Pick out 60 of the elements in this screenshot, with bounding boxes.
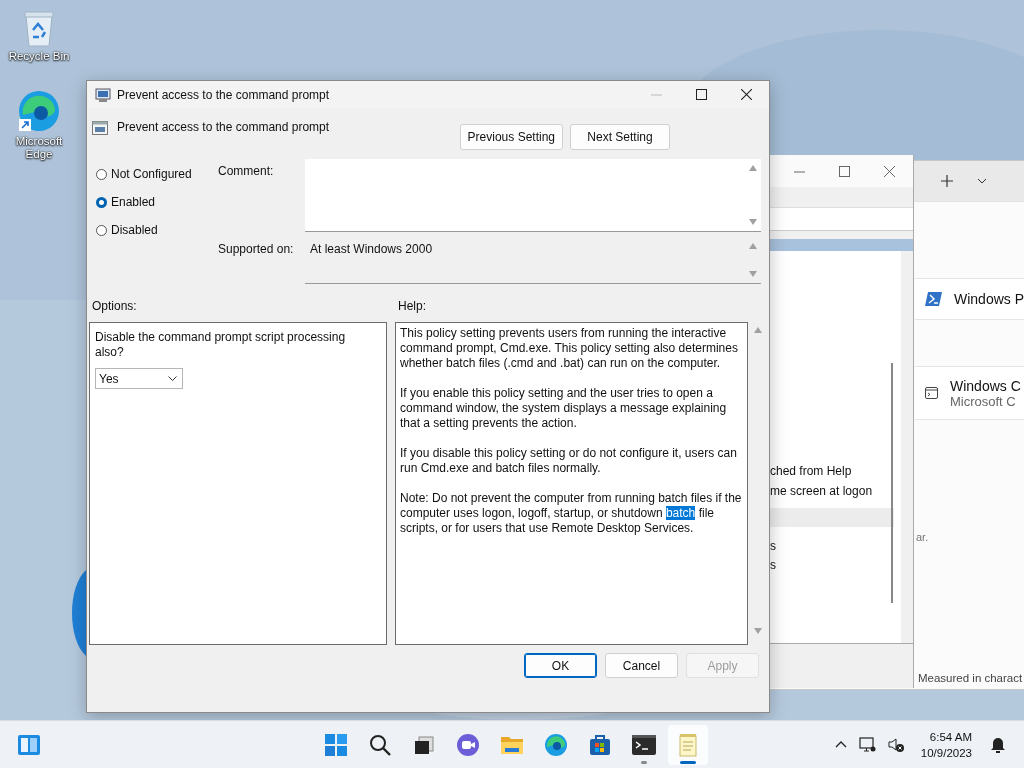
setting-icon [92, 120, 108, 136]
widgets-icon[interactable] [17, 733, 41, 756]
maximize-icon[interactable] [696, 89, 707, 100]
volume-muted-icon[interactable] [887, 736, 905, 753]
radio-option[interactable]: Disabled [96, 221, 218, 239]
description-text: me screen at logon [770, 483, 874, 500]
close-icon[interactable] [884, 165, 895, 177]
clock[interactable]: 6:54 AM 10/9/2023 [920, 728, 972, 761]
profile-row[interactable]: Windows P [915, 278, 1024, 320]
help-paragraph: If you disable this policy setting or do not configure it, users can run Cmd.exe and batch files normally. [400, 446, 738, 476]
recycle-bin-icon[interactable] [21, 8, 57, 48]
start-icon [325, 733, 347, 756]
profile-row[interactable]: Windows C Microsoft C [915, 366, 1024, 420]
desktop-icon-label: Microsoft Edge [14, 135, 64, 162]
add-tab-icon[interactable] [941, 175, 953, 187]
options-label: Options: [92, 299, 138, 315]
chevron-down-icon[interactable] [977, 178, 987, 184]
option-text: Disable the command prompt script processing also? [95, 330, 347, 360]
desktop-icon-label: Recycle Bin [8, 50, 70, 64]
close-icon[interactable] [741, 89, 752, 100]
help-paragraph: Note: Do not prevent the computer from running batch files if the computer uses logon, logoff, startup, or shutdown batch file scripts, or for users that use Remote Desktop Services. [400, 491, 743, 536]
scrollbar[interactable] [891, 363, 893, 603]
help-paragraph: If you enable this policy setting and the user tries to open a command window, the system displays a message explaining that a setting prevents the action. [400, 386, 728, 431]
window-title: Prevent access to the command prompt [117, 87, 331, 102]
help-label: Help: [398, 299, 426, 315]
chevron-down-icon [168, 376, 177, 381]
policy-title: Prevent access to the command prompt [117, 120, 330, 134]
comment-field[interactable] [305, 159, 761, 232]
dialog-button[interactable]: Cancel [605, 653, 678, 678]
profile-name: Windows C [950, 377, 1021, 394]
terminal-icon [632, 734, 656, 755]
setting-description: ar. [916, 531, 929, 543]
help-paragraph: This policy setting prevents users from running the interactive command prompt, Cmd.exe. This policy setting also determines whether batch files (.cmd and .bat) can run on the computer. [400, 326, 739, 371]
edge-icon [544, 732, 568, 757]
list-item[interactable]: s [770, 556, 894, 575]
nav-button[interactable]: Next Setting [570, 124, 670, 150]
supported-label: Supported on: [218, 241, 295, 258]
description-text: ched from Help [770, 463, 853, 480]
notification-bell-icon[interactable] [990, 735, 1006, 754]
profile-name: Windows P [954, 291, 1024, 307]
task-view-icon [413, 734, 435, 755]
setting-description: Measured in charact [918, 672, 1023, 684]
radio-option[interactable]: Enabled [96, 193, 218, 211]
console-icon [925, 387, 938, 399]
policy-icon [95, 86, 111, 103]
chevron-up-icon[interactable] [834, 741, 847, 748]
nav-button[interactable]: Previous Setting [459, 124, 563, 150]
powershell-icon [925, 292, 942, 306]
search-icon [369, 733, 391, 756]
profile-description: Microsoft C [950, 393, 1017, 409]
comment-label: Comment: [218, 163, 275, 180]
chat-icon [456, 732, 480, 757]
edge-icon[interactable] [17, 89, 61, 134]
list-item[interactable]: s [770, 537, 894, 556]
radio-option[interactable]: Not Configured [96, 165, 218, 183]
dialog-button[interactable]: OK [524, 653, 597, 678]
store-icon [589, 733, 611, 756]
network-icon[interactable] [858, 736, 876, 753]
notepad-icon [678, 732, 698, 757]
dropdown[interactable]: Yes [95, 368, 183, 389]
